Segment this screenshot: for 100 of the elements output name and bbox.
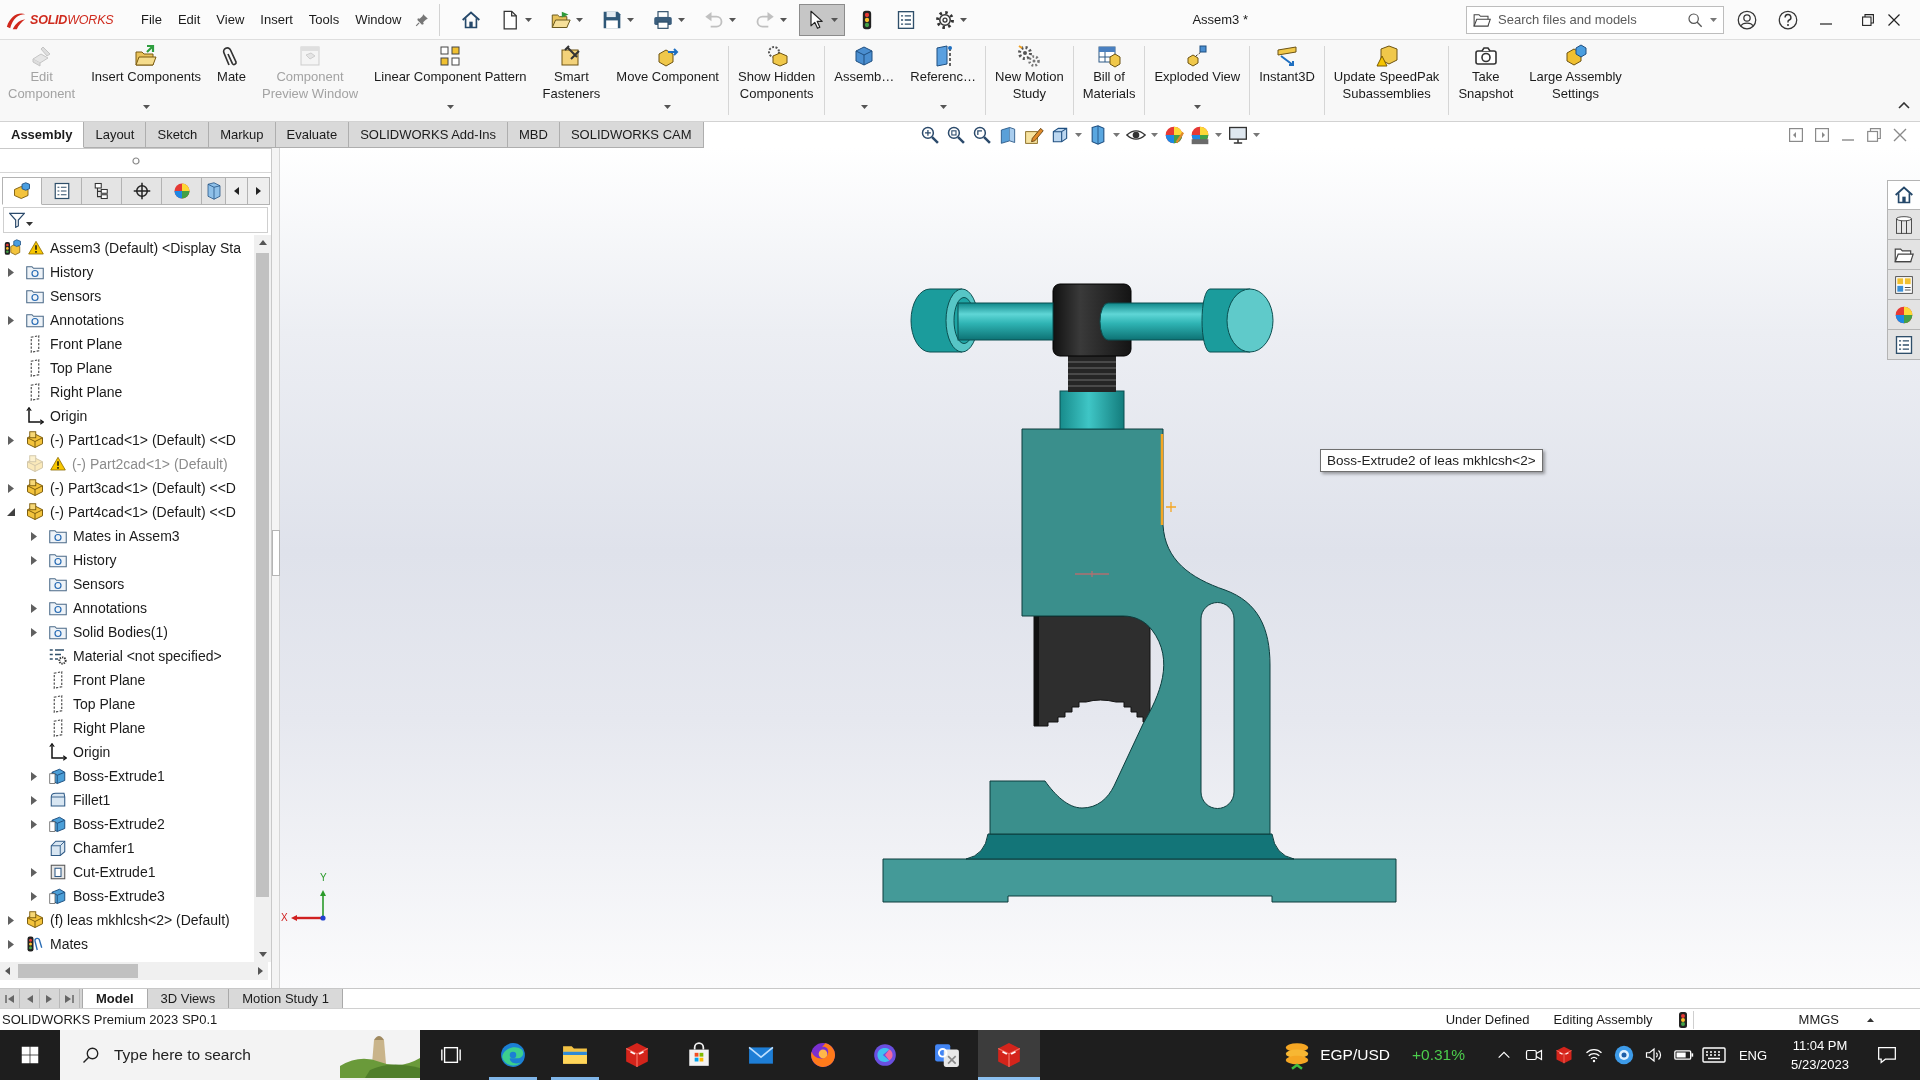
caret-up-icon[interactable] — [1867, 1017, 1874, 1022]
dropdown-caret-icon[interactable] — [446, 105, 454, 109]
dropdown-caret-icon[interactable] — [576, 17, 584, 22]
caret-right-icon[interactable] — [258, 967, 263, 975]
tree-item[interactable]: (-) Part1cad<1> (Default) <<D — [50, 432, 236, 448]
scrollbar-thumb[interactable] — [18, 964, 138, 978]
horizontal-scrollbar[interactable] — [0, 962, 268, 980]
menu-item[interactable]: Insert — [252, 9, 301, 30]
menu-item[interactable]: View — [208, 9, 253, 30]
dropdown-caret-icon[interactable] — [664, 105, 672, 109]
tree-filter-field[interactable] — [3, 207, 268, 233]
command-button[interactable]: New Motion Study — [987, 40, 1072, 121]
panel-splitter-handle[interactable] — [272, 530, 280, 576]
caret-down-icon[interactable] — [258, 952, 267, 957]
tree-item[interactable]: Front Plane — [73, 672, 146, 688]
caret-right-icon[interactable] — [31, 555, 37, 565]
tree-item[interactable]: Right Plane — [50, 384, 123, 400]
tree-item[interactable]: History — [50, 264, 94, 280]
task-pane-tab[interactable] — [1887, 210, 1920, 240]
tree-item[interactable]: Assem3 (Default) <Display Sta — [50, 240, 242, 256]
tile-left-icon[interactable] — [1789, 128, 1803, 142]
tree-item[interactable]: Chamfer1 — [73, 840, 135, 856]
ribbon-tab[interactable]: Evaluate — [275, 122, 350, 148]
panel-tab[interactable] — [82, 177, 122, 205]
caret-right-icon[interactable] — [31, 795, 37, 805]
caret-right-icon[interactable] — [8, 483, 14, 493]
language-indicator[interactable]: ENG — [1729, 1047, 1777, 1063]
task-pane-tab[interactable] — [1887, 270, 1920, 300]
caret-right-icon[interactable] — [31, 867, 37, 877]
tree-item[interactable]: Annotations — [50, 312, 124, 328]
search-input[interactable]: Search files and models — [1498, 12, 1680, 27]
caret-right-icon[interactable] — [8, 915, 14, 925]
minimize-icon[interactable] — [1820, 22, 1832, 25]
splitter-grip-icon[interactable] — [131, 156, 140, 165]
clock-date[interactable]: 5/23/2023 — [1791, 1055, 1849, 1074]
close-icon[interactable] — [1888, 13, 1900, 26]
caret-right-icon[interactable] — [8, 435, 14, 445]
command-button[interactable]: Large Assembly Settings — [1521, 40, 1630, 121]
task-pane-tab[interactable] — [1887, 180, 1920, 210]
search-input[interactable]: Type here to search — [114, 1046, 326, 1064]
caret-left-icon[interactable] — [5, 967, 10, 975]
tree-item[interactable]: Right Plane — [73, 720, 146, 736]
command-button[interactable]: Assemb… — [826, 40, 903, 121]
command-button[interactable]: Bill of Materials — [1074, 40, 1144, 121]
dropdown-caret-icon[interactable] — [627, 17, 635, 22]
caret-up-icon[interactable] — [258, 240, 267, 245]
command-button[interactable]: Instant3D — [1251, 40, 1323, 121]
search-bar[interactable]: Type here to search — [60, 1030, 420, 1080]
panel-tab[interactable] — [122, 177, 162, 205]
tree-item[interactable]: (f) leas mkhlcsh<2> (Default) — [50, 912, 230, 928]
tree-item[interactable]: Top Plane — [50, 360, 113, 376]
help-icon[interactable] — [1778, 9, 1798, 30]
ribbon-tab[interactable]: Sketch — [146, 122, 210, 148]
dropdown-caret-icon[interactable] — [525, 17, 533, 22]
caret-right-icon[interactable] — [31, 891, 37, 901]
command-button[interactable]: Move Component — [608, 40, 727, 121]
cube-app-icon[interactable] — [1555, 1046, 1573, 1064]
tree-item[interactable]: Origin — [73, 744, 111, 760]
pointer-button[interactable] — [799, 3, 846, 36]
wifi-icon[interactable] — [1585, 1046, 1603, 1064]
ticker-symbol[interactable]: EGP/USD — [1320, 1046, 1390, 1064]
tree-item[interactable]: Boss-Extrude1 — [73, 768, 165, 784]
tree-item[interactable]: Sensors — [73, 576, 125, 592]
tree-item[interactable]: (-) Part3cad<1> (Default) <<D — [50, 480, 236, 496]
caret-right-icon[interactable] — [8, 939, 14, 949]
command-button[interactable]: Insert Components — [83, 40, 210, 121]
clock-time[interactable]: 11:04 PM — [1792, 1036, 1848, 1055]
tree-item[interactable]: Mates in Assem3 — [73, 528, 180, 544]
tree-item[interactable]: History — [73, 552, 117, 568]
menu-item[interactable]: Edit — [169, 9, 209, 30]
menu-item[interactable]: Window — [347, 9, 410, 30]
command-button[interactable]: Smart Fasteners — [534, 40, 609, 121]
ribbon-tab[interactable]: MBD — [508, 122, 560, 148]
menu-item[interactable]: File — [133, 9, 170, 30]
tree-item[interactable]: Mates — [50, 936, 89, 952]
globe-app-icon[interactable] — [1614, 1045, 1634, 1065]
command-button[interactable]: Referenc… — [902, 40, 985, 121]
model-tab[interactable]: 3D Views — [147, 989, 230, 1008]
speaker-icon[interactable] — [1645, 1046, 1663, 1064]
caret-right-icon[interactable] — [31, 531, 37, 541]
tree-item[interactable]: Sensors — [50, 288, 102, 304]
taskbar-app-button[interactable] — [978, 1030, 1040, 1080]
speech-bubble-icon[interactable] — [1877, 1045, 1897, 1065]
tree-item[interactable]: Material <not specified> — [73, 648, 222, 664]
restore-icon[interactable] — [1862, 13, 1874, 26]
tree-item[interactable]: Front Plane — [50, 336, 123, 352]
tree-item[interactable]: (-) Part4cad<1> (Default) <<D — [50, 504, 236, 520]
command-button[interactable]: Show Hidden Components — [730, 40, 824, 121]
tree-item[interactable]: Cut-Extrude1 — [73, 864, 156, 880]
chevron-up-icon[interactable] — [1898, 102, 1910, 109]
task-pane-tab[interactable] — [1887, 330, 1920, 360]
task-pane-tab[interactable] — [1887, 240, 1920, 270]
caret-right-icon[interactable] — [31, 819, 37, 829]
model-tab[interactable]: Motion Study 1 — [229, 989, 343, 1008]
command-button[interactable]: Update SpeedPak Subassemblies — [1325, 40, 1448, 121]
ribbon-tab[interactable]: SOLIDWORKS Add-Ins — [349, 122, 508, 148]
command-button[interactable]: Take Snapshot — [1450, 40, 1522, 121]
pin-icon[interactable] — [415, 12, 430, 27]
caret-right-icon[interactable] — [31, 771, 37, 781]
caret-right-icon[interactable] — [8, 267, 14, 277]
